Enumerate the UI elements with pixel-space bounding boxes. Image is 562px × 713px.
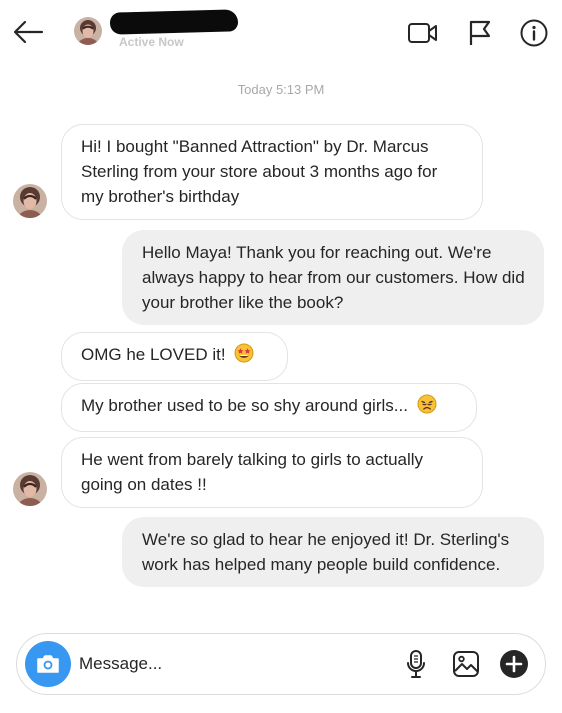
sender-avatar[interactable] (13, 184, 47, 218)
info-icon[interactable] (517, 18, 551, 48)
redacted-contact-name (109, 9, 239, 35)
star-struck-emoji (234, 343, 254, 370)
message-text: My brother used to be so shy around girl… (81, 396, 408, 415)
message-text: He went from barely talking to girls to … (81, 450, 424, 494)
camera-icon[interactable] (25, 641, 71, 687)
disappointed-emoji (417, 394, 437, 421)
outgoing-message[interactable]: We're so glad to hear he enjoyed it! Dr.… (122, 517, 544, 587)
active-status: Active Now (119, 35, 184, 49)
message-text: Hello Maya! Thank you for reaching out. … (142, 243, 525, 312)
conversation-header: Active Now (0, 0, 562, 66)
message-text: OMG he LOVED it! (81, 345, 226, 364)
incoming-message[interactable]: My brother used to be so shy around girl… (61, 383, 477, 432)
plus-icon[interactable] (499, 649, 529, 679)
back-arrow-icon[interactable] (12, 18, 44, 46)
image-icon[interactable] (451, 649, 481, 679)
message-text: We're so glad to hear he enjoyed it! Dr.… (142, 530, 510, 574)
message-timestamp: Today 5:13 PM (237, 82, 325, 97)
sender-avatar[interactable] (13, 472, 47, 506)
video-camera-icon[interactable] (406, 18, 440, 48)
incoming-message[interactable]: Hi! I bought "Banned Attraction" by Dr. … (61, 124, 483, 220)
flag-icon[interactable] (463, 18, 497, 48)
message-input[interactable] (79, 650, 379, 678)
message-text: Hi! I bought "Banned Attraction" by Dr. … (81, 137, 438, 206)
message-composer (16, 633, 546, 695)
incoming-message[interactable]: OMG he LOVED it! (61, 332, 288, 381)
microphone-icon[interactable] (401, 649, 431, 679)
outgoing-message[interactable]: Hello Maya! Thank you for reaching out. … (122, 230, 544, 325)
contact-avatar[interactable] (74, 17, 102, 45)
incoming-message[interactable]: He went from barely talking to girls to … (61, 437, 483, 508)
